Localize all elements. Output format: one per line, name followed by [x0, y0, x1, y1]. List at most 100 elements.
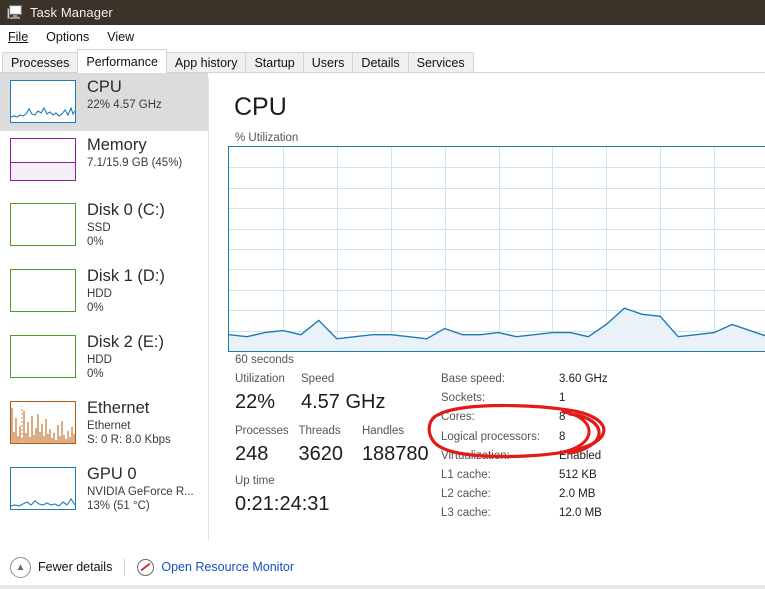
sidebar-cpu-name: CPU: [87, 78, 122, 96]
detail-cores: Cores: 8: [441, 408, 741, 427]
stat-handles: Handles 188780: [362, 423, 435, 468]
stats-row-1: Utilization 22% Speed 4.57 GHz: [235, 371, 435, 416]
sidebar-disk0-line2: SSD: [87, 222, 111, 234]
stat-speed-value: 4.57 GHz: [301, 391, 386, 413]
tab-details[interactable]: Details: [352, 52, 409, 73]
stat-speed: Speed 4.57 GHz: [301, 371, 386, 416]
fewer-details-button[interactable]: Fewer details: [38, 560, 112, 574]
menu-view-label: View: [107, 30, 135, 44]
stat-speed-label: Speed: [301, 373, 335, 385]
bottombar-divider: [124, 558, 126, 576]
disk0-thumbnail-graph: [10, 203, 76, 246]
stat-handles-value: 188780: [361, 443, 429, 465]
cpu-stats-primary: Utilization 22% Speed 4.57 GHz Processes…: [235, 371, 435, 468]
chevron-up-icon[interactable]: ▲: [10, 556, 31, 578]
tab-app-history[interactable]: App history: [165, 52, 247, 73]
detail-l1-cache: L1 cache: 512 KB: [441, 466, 741, 485]
performance-detail-panel: CPU % Utilization 60 seconds Utilization…: [209, 73, 765, 545]
tab-performance-label: Performance: [86, 55, 158, 69]
cpu-details-list: Base speed: 3.60 GHz Sockets: 1 Cores: 8…: [441, 370, 741, 524]
bottom-status-bar: ▲ Fewer details Open Resource Monitor: [0, 545, 765, 589]
detail-base-speed-key: Base speed:: [441, 373, 505, 385]
sidebar-gpu0-name: GPU 0: [87, 465, 137, 483]
stat-utilization-value: 22%: [235, 391, 276, 413]
fewer-details-label: Fewer details: [38, 560, 113, 574]
tab-performance[interactable]: Performance: [77, 49, 167, 73]
sidebar-item-cpu[interactable]: CPU 22% 4.57 GHz: [0, 73, 208, 131]
gpu0-thumbnail-graph: [10, 467, 76, 510]
stats-row-2: Processes 248 Threads 3620 Handles 18878…: [235, 423, 435, 468]
menu-bar: File Options View: [0, 25, 765, 49]
menu-item-options[interactable]: Options: [46, 30, 89, 44]
sidebar-disk1-name: Disk 1 (D:): [87, 267, 165, 285]
sidebar-disk0-name: Disk 0 (C:): [87, 201, 165, 219]
tab-services[interactable]: Services: [407, 52, 474, 73]
detail-virtualization: Virtualization: Enabled: [441, 447, 741, 466]
tab-services-label: Services: [416, 56, 465, 70]
graph-x-axis-label: 60 seconds: [235, 354, 294, 366]
sidebar-ethernet-name: Ethernet: [87, 399, 150, 417]
open-resource-monitor-label: Open Resource Monitor: [161, 560, 295, 574]
graph-y-axis-label: % Utilization: [235, 132, 299, 144]
sidebar-item-disk1[interactable]: Disk 1 (D:) HDD 0%: [0, 262, 208, 328]
tab-processes[interactable]: Processes: [2, 52, 79, 73]
detail-l1-cache-value: 512 KB: [559, 469, 597, 482]
stat-utilization-label: Utilization: [235, 373, 285, 385]
ethernet-thumbnail-graph: [10, 401, 76, 444]
stat-processes: Processes 248: [235, 423, 298, 468]
menu-item-file[interactable]: File: [8, 30, 28, 44]
menu-options-label: Options: [46, 30, 90, 44]
tab-startup[interactable]: Startup: [245, 52, 304, 73]
sidebar-item-disk0[interactable]: Disk 0 (C:) SSD 0%: [0, 196, 208, 262]
tab-startup-label: Startup: [254, 56, 295, 70]
menu-file-label: File: [8, 30, 29, 44]
resource-sidebar[interactable]: CPU 22% 4.57 GHz Memory 7.1/15.9 GB (45%…: [0, 73, 208, 545]
sidebar-memory-line2: 7.1/15.9 GB (45%): [87, 157, 183, 169]
stat-uptime-label: Up time: [235, 475, 275, 487]
task-manager-window: Task Manager File Options View Processes…: [0, 0, 765, 589]
tab-strip: Processes Performance App history Startu…: [0, 49, 765, 73]
detail-sockets-value: 1: [559, 392, 566, 405]
task-manager-monitor-icon: [7, 5, 23, 20]
sidebar-item-gpu0[interactable]: GPU 0 NVIDIA GeForce R... 13% (51 °C): [0, 460, 208, 526]
stat-threads-label: Threads: [298, 425, 341, 437]
stat-uptime-value: 0:21:24:31: [235, 493, 330, 515]
sidebar-item-memory[interactable]: Memory 7.1/15.9 GB (45%): [0, 131, 208, 189]
detail-sockets: Sockets: 1: [441, 389, 741, 408]
tab-details-label: Details: [361, 56, 400, 70]
detail-l2-cache: L2 cache: 2.0 MB: [441, 485, 741, 504]
sidebar-gpu0-line2: NVIDIA GeForce R...: [87, 486, 194, 498]
sidebar-disk2-line3: 0%: [87, 368, 104, 380]
sidebar-gpu0-line3: 13% (51 °C): [87, 500, 150, 512]
stat-handles-label: Handles: [361, 425, 405, 437]
menu-item-view[interactable]: View: [107, 30, 134, 44]
detail-l2-cache-key: L2 cache:: [441, 488, 491, 501]
sidebar-item-disk2[interactable]: Disk 2 (E:) HDD 0%: [0, 328, 208, 394]
detail-logical-processors: Logical processors: 8: [441, 428, 741, 447]
cpu-thumbnail-graph: [10, 80, 76, 123]
detail-virtualization-key: Virtualization:: [441, 449, 510, 462]
open-resource-monitor-link[interactable]: Open Resource Monitor: [161, 560, 294, 574]
detail-virtualization-value: Enabled: [559, 449, 602, 462]
detail-base-speed-value: 3.60 GHz: [559, 373, 608, 385]
sidebar-memory-name: Memory: [87, 136, 147, 154]
detail-l3-cache-value: 12.0 MB: [559, 507, 602, 520]
detail-cores-key: Cores:: [441, 411, 475, 424]
sidebar-item-ethernet[interactable]: Ethernet Ethernet S: 0 R: 8.0 Kbps: [0, 394, 208, 460]
cpu-utilization-graph: [228, 146, 765, 352]
disk2-thumbnail-graph: [10, 335, 76, 378]
stat-processes-label: Processes: [235, 425, 289, 437]
detail-cores-value: 8: [559, 411, 566, 424]
detail-l1-cache-key: L1 cache:: [441, 469, 491, 482]
window-bottom-edge: [0, 585, 765, 589]
page-title: CPU: [234, 93, 287, 121]
detail-sockets-key: Sockets:: [441, 392, 486, 405]
tab-users-label: Users: [311, 56, 345, 70]
memory-thumbnail-graph: [10, 138, 76, 181]
sidebar-disk1-line3: 0%: [87, 302, 104, 314]
tab-users[interactable]: Users: [302, 52, 354, 73]
stat-utilization: Utilization 22%: [235, 371, 301, 416]
stat-processes-value: 248: [235, 443, 269, 465]
sidebar-ethernet-line3: S: 0 R: 8.0 Kbps: [87, 434, 171, 446]
detail-logical-processors-key: Logical processors:: [441, 430, 541, 443]
